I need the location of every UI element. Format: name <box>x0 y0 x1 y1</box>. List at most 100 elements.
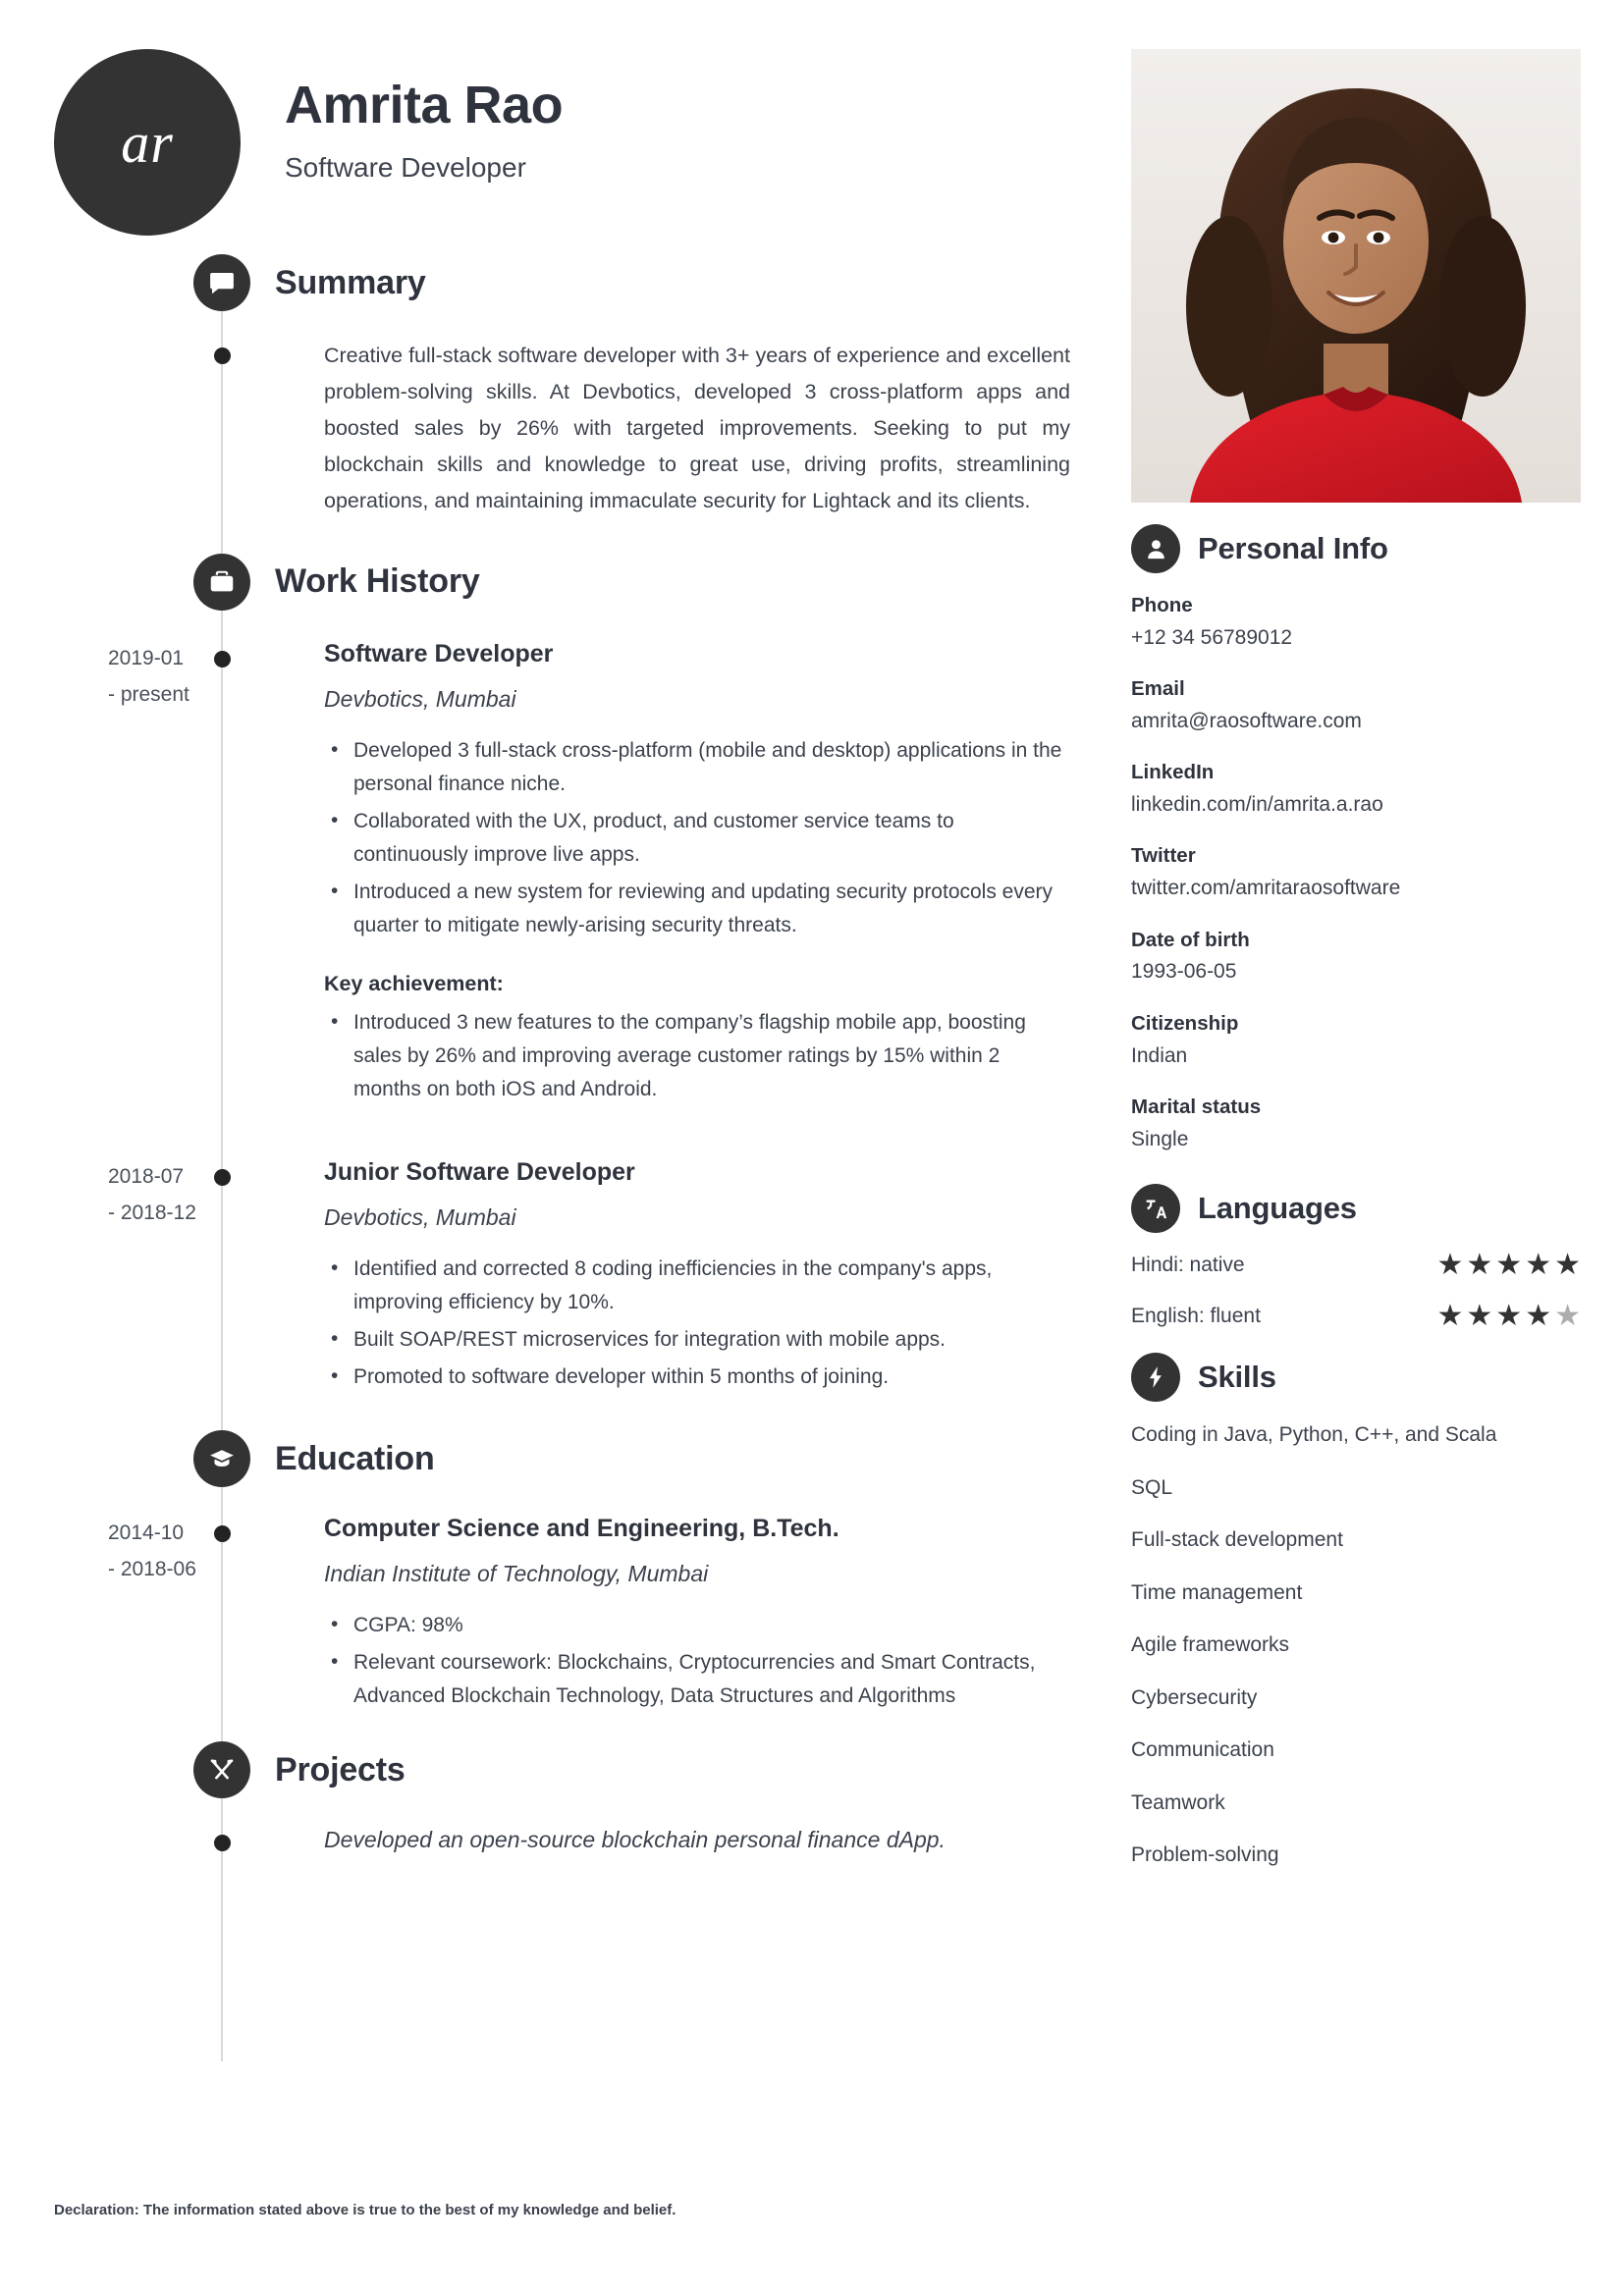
section-title-work-history: Work History <box>275 562 480 601</box>
section-title-skills: Skills <box>1198 1360 1276 1395</box>
info-item-email: Email amrita@raosoftware.com <box>1131 674 1581 736</box>
star-filled-icon: ★ <box>1525 1300 1552 1333</box>
info-label: Email <box>1131 677 1185 701</box>
star-filled-icon: ★ <box>1466 1300 1493 1333</box>
work-entry-org: Devbotics, Mumbai <box>324 1203 516 1230</box>
work-entry-org: Devbotics, Mumbai <box>324 685 516 712</box>
info-label: Twitter <box>1131 844 1196 868</box>
list-item: Communication <box>1131 1738 1274 1762</box>
profile-photo-graphic <box>1131 49 1581 503</box>
list-item: Agile frameworks <box>1131 1633 1290 1657</box>
rating-stars: ★ ★ ★ ★ ★ <box>1436 1302 1581 1331</box>
declaration-footer: Declaration: The information stated abov… <box>54 2202 676 2218</box>
language-row-hindi: Hindi: native ★ ★ ★ ★ ★ <box>1131 1251 1581 1280</box>
page-title: Amrita Rao <box>285 76 564 134</box>
list-item: Introduced a new system for reviewing an… <box>324 875 1070 942</box>
section-title-education: Education <box>275 1439 435 1477</box>
monogram-initials: ar <box>121 110 174 175</box>
section-header-work-history: Work History <box>193 553 1095 611</box>
section-title-languages: Languages <box>1198 1191 1357 1226</box>
info-value: Indian <box>1131 1043 1188 1067</box>
date-end: - present <box>108 682 189 706</box>
timeline-dot <box>214 1835 231 1852</box>
info-value: linkedin.com/in/amrita.a.rao <box>1131 793 1383 817</box>
star-filled-icon: ★ <box>1554 1249 1581 1282</box>
main-column: ar Amrita Rao Software Developer Summary <box>54 49 1095 2061</box>
info-label: LinkedIn <box>1131 761 1215 784</box>
work-entry-bullets: Identified and corrected 8 coding ineffi… <box>324 1252 1070 1394</box>
list-item: Introduced 3 new features to the company… <box>324 1005 1070 1106</box>
sidebar: Personal Info Phone +12 34 56789012 Emai… <box>1131 49 1581 1893</box>
skills-list: Coding in Java, Python, C++, and Scala S… <box>1131 1419 1581 1872</box>
info-value: twitter.com/amritaraosoftware <box>1131 877 1401 900</box>
work-entry-dates: 2018-07 - 2018-12 <box>108 1159 285 1232</box>
work-entry: 2018-07 - 2018-12 Junior Software Develo… <box>54 1157 1095 1394</box>
key-achievement-bullets: Introduced 3 new features to the company… <box>324 1005 1070 1106</box>
personal-info-list: Phone +12 34 56789012 Email amrita@raoso… <box>1131 591 1581 1154</box>
info-item-phone: Phone +12 34 56789012 <box>1131 591 1581 653</box>
section-title-summary: Summary <box>275 263 426 301</box>
education-school: Indian Institute of Technology, Mumbai <box>324 1561 709 1587</box>
date-start: 2019-01 <box>108 646 185 669</box>
education-degree: Computer Science and Engineering, B.Tech… <box>324 1515 839 1543</box>
work-entry-bullets: Developed 3 full-stack cross-platform (m… <box>324 733 1070 942</box>
work-entry-role: Software Developer <box>324 639 554 667</box>
section-title-personal-info: Personal Info <box>1198 531 1388 565</box>
work-entry: 2019-01 - present Software Developer Dev… <box>54 639 1095 1106</box>
info-value: amrita@raosoftware.com <box>1131 709 1362 732</box>
info-label: Phone <box>1131 594 1193 616</box>
language-label: English: fluent <box>1131 1305 1261 1328</box>
star-filled-icon: ★ <box>1466 1249 1493 1282</box>
tools-icon <box>193 1741 250 1799</box>
star-empty-icon: ★ <box>1554 1300 1581 1333</box>
education-entry-dates: 2014-10 - 2018-06 <box>108 1516 285 1588</box>
project-entry: Developed an open-source blockchain pers… <box>54 1827 1095 1853</box>
rating-stars: ★ ★ ★ ★ ★ <box>1436 1251 1581 1280</box>
date-end: - 2018-06 <box>108 1557 196 1580</box>
star-filled-icon: ★ <box>1495 1249 1523 1282</box>
list-item: Identified and corrected 8 coding ineffi… <box>324 1252 1070 1319</box>
resume-header: ar Amrita Rao Software Developer <box>54 49 1095 245</box>
section-header-projects: Projects <box>193 1741 1095 1799</box>
list-item: Cybersecurity <box>1131 1685 1258 1709</box>
language-row-english: English: fluent ★ ★ ★ ★ ★ <box>1131 1302 1581 1331</box>
key-achievement-label: Key achievement: <box>324 971 504 995</box>
info-item-date-of-birth: Date of birth 1993-06-05 <box>1131 926 1581 988</box>
translate-icon <box>1131 1184 1180 1234</box>
name-block: Amrita Rao Software Developer <box>285 76 564 184</box>
work-entry-dates: 2019-01 - present <box>108 641 285 714</box>
list-item: Full-stack development <box>1131 1528 1343 1552</box>
section-header-skills: Skills <box>1131 1353 1581 1403</box>
info-label: Marital status <box>1131 1095 1262 1118</box>
list-item: Built SOAP/REST microservices for integr… <box>324 1322 1070 1357</box>
graduation-cap-icon <box>193 1430 250 1488</box>
info-value: +12 34 56789012 <box>1131 625 1293 649</box>
section-header-languages: Languages <box>1131 1184 1581 1234</box>
work-entry-role: Junior Software Developer <box>324 1157 635 1186</box>
section-header-personal-info: Personal Info <box>1131 524 1581 573</box>
work-entry-body: 2018-07 - 2018-12 Junior Software Develo… <box>108 1157 1095 1394</box>
info-label: Citizenship <box>1131 1011 1239 1035</box>
briefcase-icon <box>193 553 250 611</box>
languages-list: Hindi: native ★ ★ ★ ★ ★ English: fluent … <box>1131 1251 1581 1331</box>
job-title: Software Developer <box>285 152 526 184</box>
project-body: Developed an open-source blockchain pers… <box>324 1827 1095 1853</box>
resume-page: ar Amrita Rao Software Developer Summary <box>0 0 1623 2296</box>
star-filled-icon: ★ <box>1436 1249 1464 1282</box>
monogram-avatar: ar <box>54 49 241 236</box>
list-item: Relevant coursework: Blockchains, Crypto… <box>324 1645 1070 1713</box>
list-item: Teamwork <box>1131 1790 1225 1814</box>
list-item: Collaborated with the UX, product, and c… <box>324 804 1070 872</box>
timeline-dot <box>214 347 231 364</box>
star-filled-icon: ★ <box>1525 1249 1552 1282</box>
summary-entry: Creative full-stack software developer w… <box>54 338 1095 519</box>
list-item: SQL <box>1131 1475 1173 1499</box>
education-entry: 2014-10 - 2018-06 Computer Science and E… <box>54 1514 1095 1713</box>
timeline-dot <box>214 1525 231 1543</box>
info-label: Date of birth <box>1131 928 1250 951</box>
lightning-bolt-icon <box>1131 1353 1180 1403</box>
timeline-dot <box>214 650 231 667</box>
work-entry-body: 2019-01 - present Software Developer Dev… <box>108 639 1095 1106</box>
list-item: Developed 3 full-stack cross-platform (m… <box>324 733 1070 801</box>
summary-body: Creative full-stack software developer w… <box>324 338 1095 519</box>
